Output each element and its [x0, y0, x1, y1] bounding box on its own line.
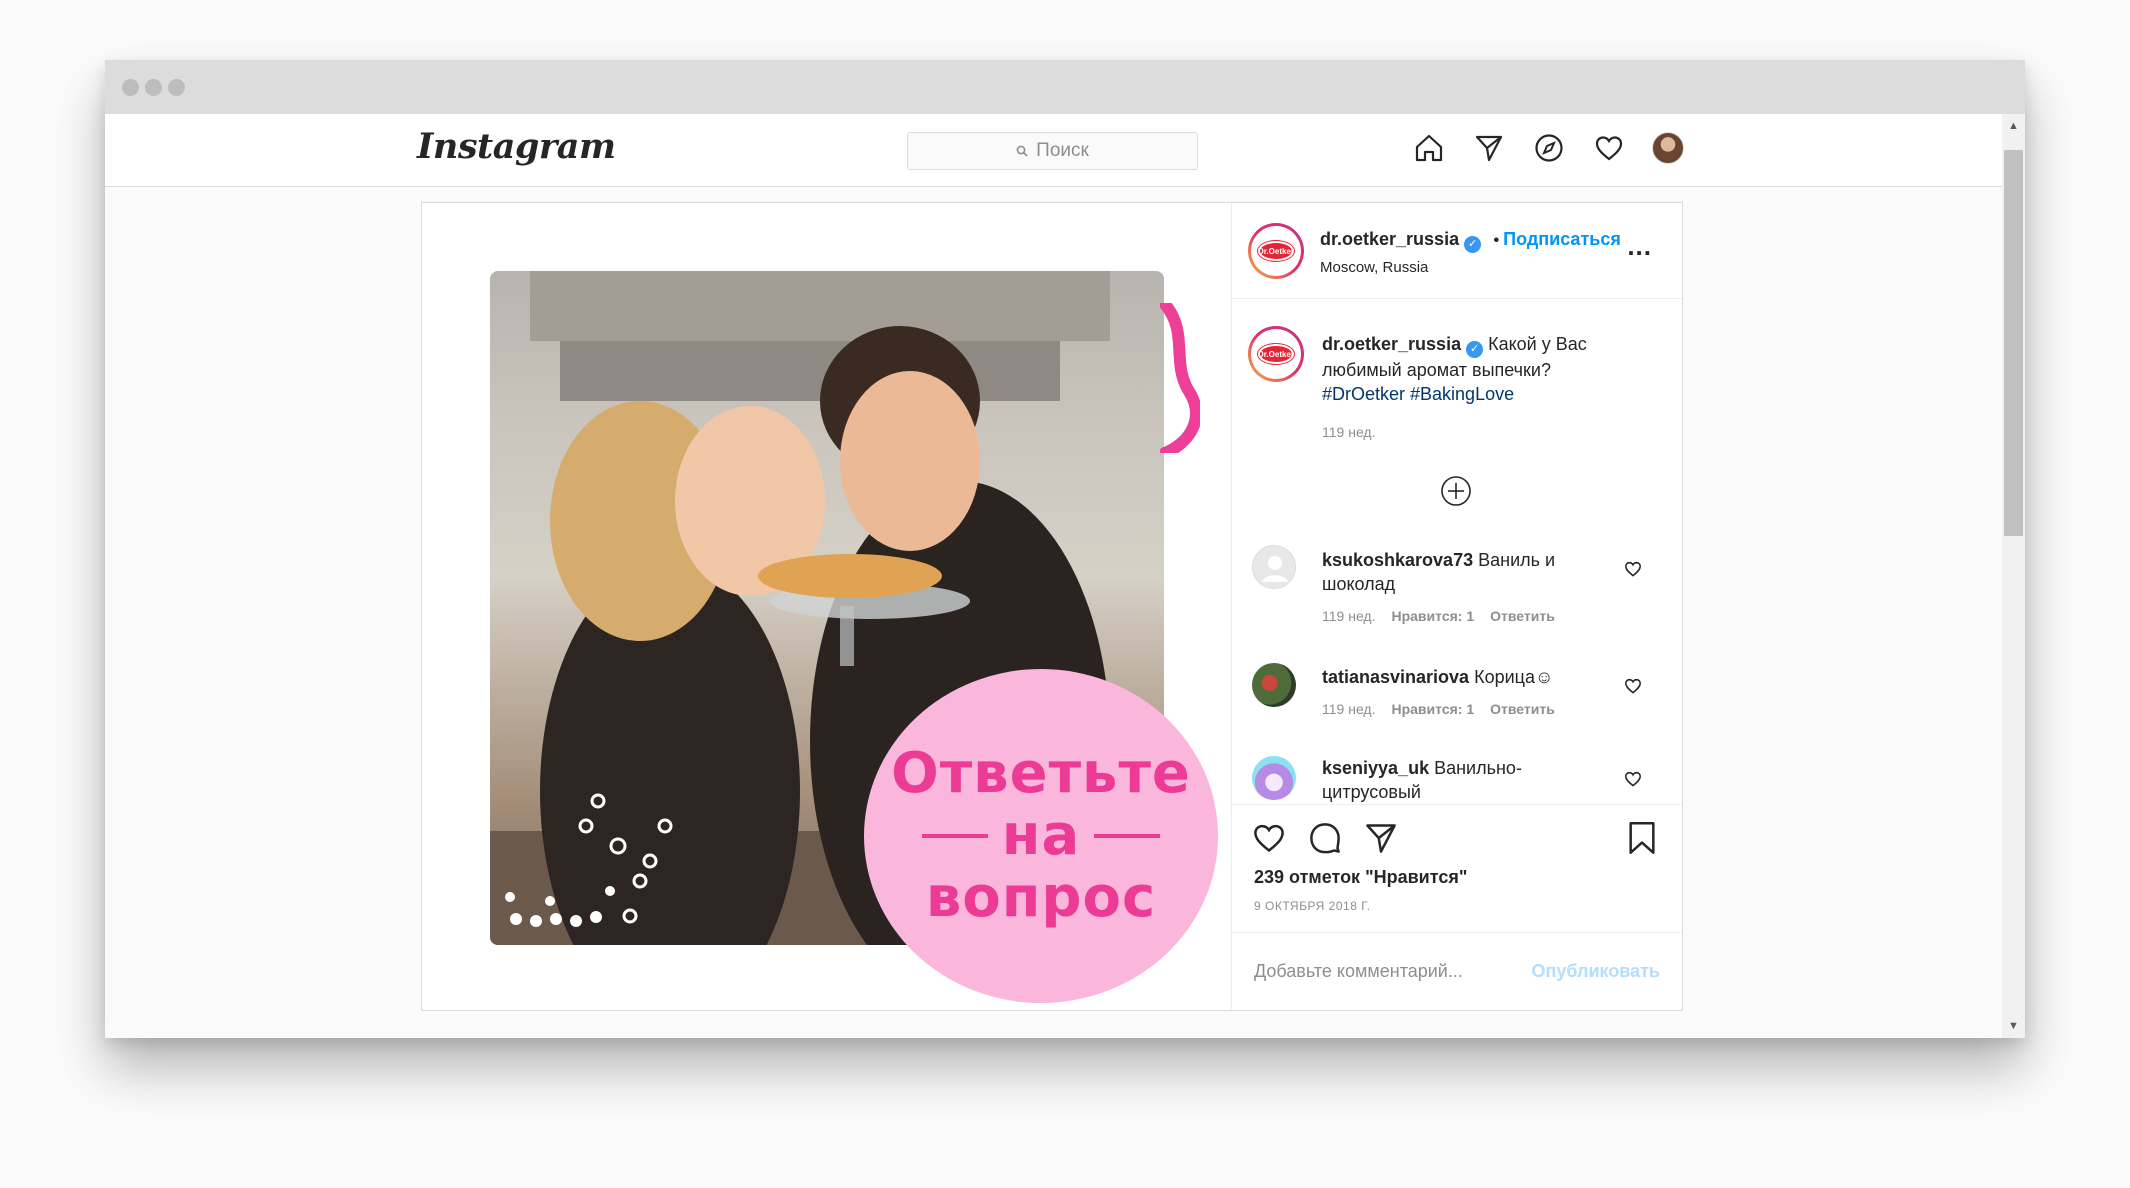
badge-dash-right	[1094, 834, 1161, 838]
comment-text: Корица☺	[1474, 667, 1554, 687]
comment-body: kseniyya_uk Ванильно-цитрусовый	[1322, 756, 1592, 804]
comment-meta: 119 нед. Нравится: 1 Ответить	[1322, 608, 1592, 624]
dr-oetker-logo: Dr.Oetker	[1258, 241, 1294, 261]
window-titlebar	[105, 60, 2025, 114]
activity-heart-icon[interactable]	[1592, 131, 1626, 165]
comment-username[interactable]: ksukoshkarova73	[1322, 550, 1473, 570]
post-location[interactable]: Moscow, Russia	[1320, 259, 1621, 276]
window-maximize-dot[interactable]	[168, 79, 185, 96]
comment-body: ksukoshkarova73 Ваниль и шоколад 119 нед…	[1322, 548, 1592, 624]
top-navigation: Instagram Поиск	[105, 114, 2002, 187]
comment-time[interactable]: 119 нед.	[1322, 608, 1375, 624]
post-header: Dr.Oetker dr.oetker_russia ✓ • Подписаться…	[1232, 203, 1682, 299]
comment-username[interactable]: kseniyya_uk	[1322, 758, 1429, 778]
caption-avatar[interactable]: Dr.Oetker	[1248, 326, 1304, 382]
post-card: Ответьте на вопрос Dr.Oetker dr.oetker_r	[421, 202, 1683, 1011]
scroll-up-arrow[interactable]: ▲	[2002, 116, 2025, 136]
comment-avatar[interactable]	[1252, 545, 1296, 589]
comment-meta: 119 нед. Нравится: 1 Ответить	[1322, 701, 1592, 717]
scroll-down-arrow[interactable]: ▼	[2002, 1016, 2025, 1036]
badge-dash-left	[921, 834, 988, 838]
verified-icon: ✓	[1466, 341, 1484, 358]
comment-like-heart-icon[interactable]	[1624, 770, 1642, 788]
post-date: 9 ОКТЯБРЯ 2018 Г.	[1254, 899, 1371, 913]
badge-line-2: на	[921, 803, 1161, 868]
comment-avatar[interactable]	[1252, 756, 1296, 800]
search-placeholder: Поиск	[1036, 140, 1089, 161]
scroll-thumb[interactable]	[2004, 150, 2023, 536]
comments-list: Dr.Oetker dr.oetker_russia ✓ Какой у Вас …	[1232, 300, 1682, 804]
author-username[interactable]: dr.oetker_russia	[1320, 229, 1459, 249]
author-info: dr.oetker_russia ✓ • Подписаться Moscow, R…	[1320, 229, 1621, 276]
dr-oetker-logo: Dr.Oetker	[1258, 344, 1294, 364]
comment-like-heart-icon[interactable]	[1624, 560, 1642, 578]
caption-time[interactable]: 119 нед.	[1322, 424, 1375, 440]
comment-avatar[interactable]	[1252, 663, 1296, 707]
verified-icon: ✓	[1464, 236, 1482, 253]
comment-body: tatianasvinariova Корица☺ 119 нед. Нрави…	[1322, 665, 1592, 717]
comment-time[interactable]: 119 нед.	[1322, 701, 1375, 717]
nav-icons	[1412, 131, 1684, 165]
follow-button[interactable]: Подписаться	[1503, 229, 1621, 249]
add-comment-form: Добавьте комментарий... Опубликовать	[1232, 932, 1682, 1010]
badge-line-1: Ответьте	[891, 741, 1191, 806]
page-scrollbar[interactable]: ▲ ▼	[2002, 114, 2025, 1038]
profile-avatar[interactable]	[1652, 132, 1684, 164]
explore-icon[interactable]	[1532, 131, 1566, 165]
bookmark-icon[interactable]	[1626, 821, 1658, 855]
post-sidebar: Dr.Oetker dr.oetker_russia ✓ • Подписаться…	[1231, 203, 1682, 1010]
instagram-logo[interactable]: Instagram	[417, 126, 616, 167]
badge-line-2-text: на	[1001, 803, 1081, 868]
action-icons	[1252, 821, 1398, 855]
home-icon[interactable]	[1412, 131, 1446, 165]
caption-meta: 119 нед.	[1322, 424, 1622, 440]
caption-username[interactable]: dr.oetker_russia	[1322, 334, 1461, 354]
author-avatar[interactable]: Dr.Oetker	[1248, 223, 1304, 279]
comment-likes[interactable]: Нравится: 1	[1391, 701, 1474, 717]
more-options-icon[interactable]: ...	[1627, 233, 1652, 259]
window-close-dot[interactable]	[122, 79, 139, 96]
comment-likes[interactable]: Нравится: 1	[1391, 608, 1474, 624]
search-input[interactable]: Поиск	[907, 132, 1198, 170]
search-icon	[1016, 145, 1028, 157]
caption-text: dr.oetker_russia ✓ Какой у Вас любимый ар…	[1322, 332, 1622, 406]
share-direct-icon[interactable]	[1364, 821, 1398, 855]
comment-reply-button[interactable]: Ответить	[1490, 608, 1555, 624]
load-more-comments-icon[interactable]	[1440, 475, 1472, 507]
comment-like-heart-icon[interactable]	[1624, 677, 1642, 695]
likes-count[interactable]: 239 отметок "Нравится"	[1254, 867, 1467, 888]
post-actions: 239 отметок "Нравится" 9 ОКТЯБРЯ 2018 Г.	[1232, 804, 1682, 931]
comment-bubble-icon[interactable]	[1308, 821, 1342, 855]
like-heart-icon[interactable]	[1252, 821, 1286, 855]
badge-line-3: вопрос	[925, 865, 1157, 930]
caption-hashtags[interactable]: #DrOetker #BakingLove	[1322, 384, 1514, 404]
page-viewport: Instagram Поиск Ответьте на вопрос Dr.Oe…	[105, 114, 2002, 1038]
answer-question-badge: Ответьте на вопрос	[864, 669, 1218, 1003]
comment-input[interactable]: Добавьте комментарий...	[1254, 961, 1463, 982]
comment-reply-button[interactable]: Ответить	[1490, 701, 1555, 717]
post-media[interactable]: Ответьте на вопрос	[422, 203, 1231, 1010]
caption-block: dr.oetker_russia ✓ Какой у Вас любимый ар…	[1322, 332, 1622, 440]
pink-decoration	[1160, 303, 1200, 453]
comment-username[interactable]: tatianasvinariova	[1322, 667, 1469, 687]
direct-icon[interactable]	[1472, 131, 1506, 165]
publish-button[interactable]: Опубликовать	[1531, 961, 1660, 982]
browser-window: Instagram Поиск Ответьте на вопрос Dr.Oe…	[105, 60, 2025, 1038]
separator-dot: •	[1493, 232, 1500, 249]
window-minimize-dot[interactable]	[145, 79, 162, 96]
